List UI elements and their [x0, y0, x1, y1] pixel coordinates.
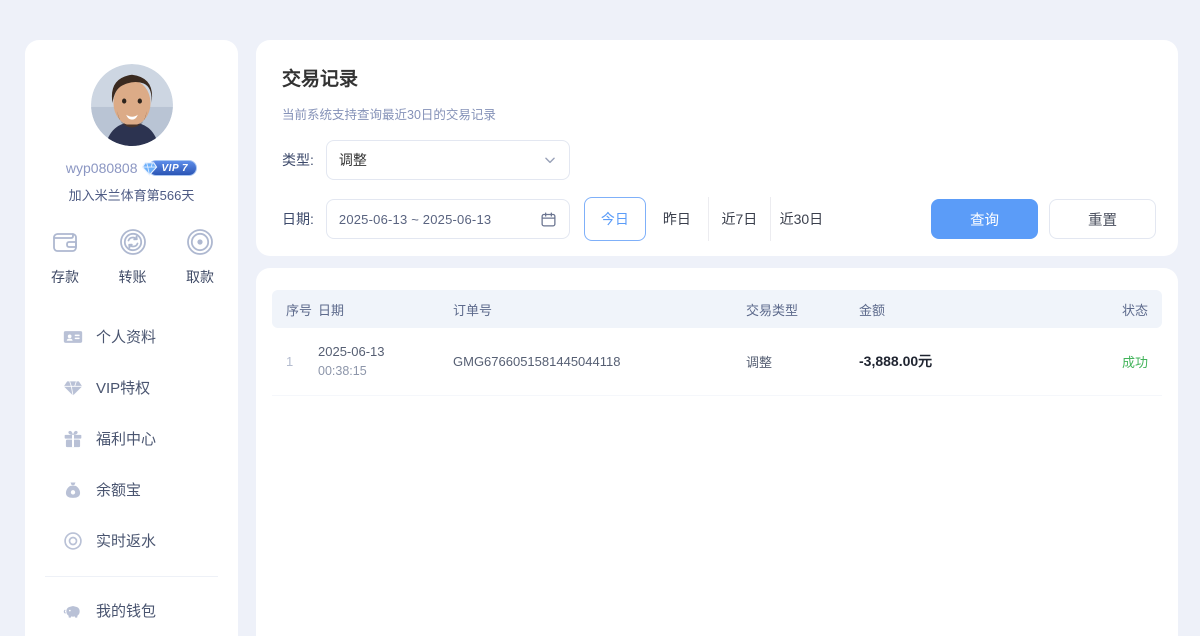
cell-amount: -3,888.00元	[859, 351, 1103, 371]
quick-action-label: 存款	[51, 267, 79, 287]
join-days-text: 加入米兰体育第566天	[25, 185, 238, 204]
col-header-order: 订单号	[453, 300, 746, 319]
table-header: 序号 日期 订单号 交易类型 金额 状态	[272, 290, 1162, 328]
quick-action-label: 取款	[186, 267, 214, 287]
id-card-icon	[63, 327, 83, 347]
sidebar-item-welfare[interactable]: 福利中心	[25, 413, 238, 464]
deposit-wallet-icon	[49, 226, 81, 258]
calendar-icon	[540, 211, 557, 228]
sidebar-item-profile[interactable]: 个人资料	[25, 311, 238, 362]
col-header-status: 状态	[1103, 300, 1162, 319]
vip-badge: VIP 7	[148, 160, 198, 176]
query-button[interactable]: 查询	[931, 199, 1038, 239]
col-header-date: 日期	[318, 300, 453, 319]
quick-range-group: 今日 昨日 近7日 近30日	[584, 197, 832, 241]
money-bag-icon	[63, 480, 83, 500]
vip-badge-label: VIP 7	[162, 163, 189, 174]
quick-action-withdraw[interactable]: 取款	[184, 226, 216, 287]
quick-actions: 存款 转账 取款	[25, 226, 238, 287]
range-today-button[interactable]: 今日	[584, 197, 646, 241]
date-label: 日期:	[282, 209, 314, 229]
type-label: 类型:	[282, 150, 314, 170]
records-panel: 序号 日期 订单号 交易类型 金额 状态 1 2025-06-13 00:38:…	[256, 268, 1178, 636]
date-filter-row: 日期: 2025-06-13 ~ 2025-06-13 今日 昨日 近7日 近3…	[282, 197, 1156, 241]
page: wyp080808 VIP 7 加入米兰体育第566天 存款	[0, 0, 1200, 636]
range-yesterday-button[interactable]: 昨日	[646, 197, 708, 241]
page-subtitle: 当前系统支持查询最近30日的交易记录	[282, 104, 1156, 123]
table-row[interactable]: 1 2025-06-13 00:38:15 GMG676605158144504…	[272, 328, 1162, 396]
sidebar-menu: 个人资料 VIP特权 福利中心	[25, 311, 238, 636]
username: wyp080808	[66, 160, 138, 176]
sidebar-item-wallet[interactable]: 我的钱包	[25, 585, 238, 636]
gem-icon	[141, 160, 158, 177]
gift-icon	[63, 429, 83, 449]
cell-date-time: 00:38:15	[318, 362, 453, 380]
user-line: wyp080808 VIP 7	[25, 160, 238, 176]
date-range-value: 2025-06-13 ~ 2025-06-13	[339, 212, 540, 227]
cell-order-no: GMG6766051581445044118	[453, 354, 746, 369]
menu-divider	[45, 576, 218, 577]
col-header-index: 序号	[272, 300, 318, 319]
sidebar-item-rebate[interactable]: 实时返水	[25, 515, 238, 566]
chevron-down-icon	[543, 153, 557, 167]
avatar[interactable]	[91, 64, 173, 146]
date-range-input[interactable]: 2025-06-13 ~ 2025-06-13	[326, 199, 570, 239]
type-filter-row: 类型: 调整	[282, 140, 1156, 180]
quick-action-transfer[interactable]: 转账	[117, 226, 149, 287]
cell-date: 2025-06-13 00:38:15	[318, 343, 453, 380]
quick-action-label: 转账	[119, 267, 147, 287]
filter-actions: 查询 重置	[931, 199, 1156, 239]
sidebar: wyp080808 VIP 7 加入米兰体育第566天 存款	[25, 40, 238, 636]
col-header-amount: 金额	[859, 300, 1103, 319]
sidebar-item-label: 我的钱包	[96, 600, 156, 621]
cell-status: 成功	[1103, 352, 1162, 371]
reset-button[interactable]: 重置	[1049, 199, 1156, 239]
sidebar-item-vip[interactable]: VIP特权	[25, 362, 238, 413]
cell-date-day: 2025-06-13	[318, 343, 453, 362]
range-7days-button[interactable]: 近7日	[708, 197, 770, 241]
sidebar-item-label: 个人资料	[96, 326, 156, 347]
page-title: 交易记录	[282, 64, 1156, 91]
sidebar-item-label: 余额宝	[96, 479, 141, 500]
quick-action-deposit[interactable]: 存款	[49, 226, 81, 287]
sidebar-item-yuebao[interactable]: 余额宝	[25, 464, 238, 515]
range-30days-button[interactable]: 近30日	[770, 197, 832, 241]
sidebar-item-label: 福利中心	[96, 428, 156, 449]
gem-icon	[63, 378, 83, 398]
filter-panel: 交易记录 当前系统支持查询最近30日的交易记录 类型: 调整 日期: 2025-…	[256, 40, 1178, 256]
cell-type: 调整	[746, 352, 859, 371]
col-header-type: 交易类型	[746, 300, 859, 319]
sidebar-item-label: VIP特权	[96, 377, 150, 398]
withdraw-icon	[184, 226, 216, 258]
rebate-icon	[63, 531, 83, 551]
sidebar-item-label: 实时返水	[96, 530, 156, 551]
cell-index: 1	[272, 354, 318, 369]
transfer-icon	[117, 226, 149, 258]
type-select[interactable]: 调整	[326, 140, 570, 180]
type-select-value: 调整	[339, 150, 543, 170]
piggy-bank-icon	[63, 601, 83, 621]
